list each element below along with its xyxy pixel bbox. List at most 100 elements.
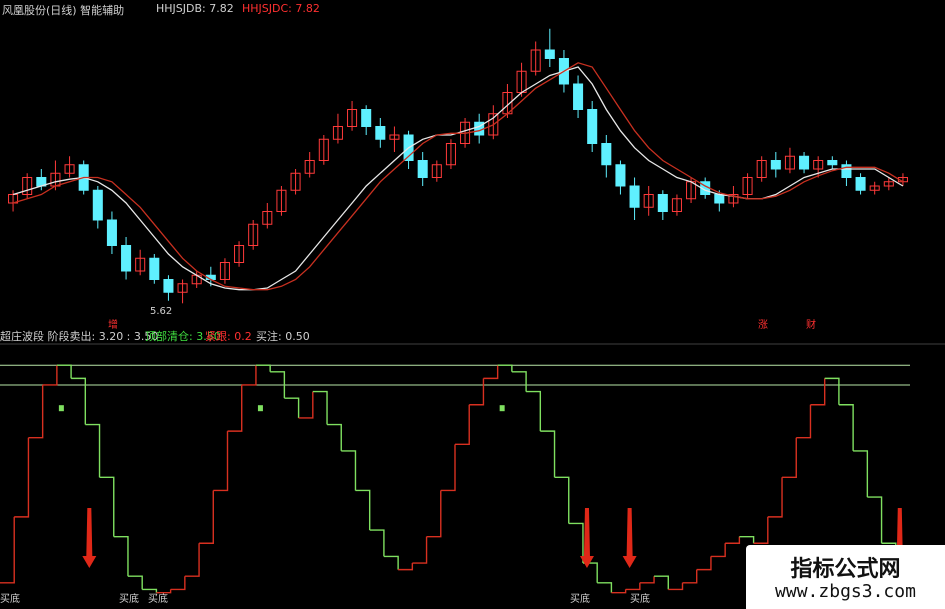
osc-step (853, 450, 869, 498)
db-value: HHJSJDB: 7.82 (156, 2, 234, 15)
osc-step (28, 384, 44, 439)
osc-step (597, 582, 613, 593)
osc-step (497, 364, 513, 372)
osc-step (398, 563, 414, 571)
peak-marker (58, 405, 64, 412)
osc-step (0, 516, 15, 584)
watermark-title: 指标公式网 (790, 557, 901, 582)
osc-step (341, 450, 357, 491)
osc-step (213, 431, 229, 492)
candle-body (601, 143, 612, 166)
peak-marker (257, 405, 263, 412)
osc-step (199, 490, 214, 544)
candle-body (121, 245, 132, 272)
ma-line-hhjsjdc (12, 62, 904, 291)
osc-step (298, 391, 314, 419)
buy-label: 买底 (148, 594, 168, 605)
osc-step (383, 555, 399, 570)
candle-body (714, 194, 725, 204)
osc-step (554, 476, 570, 524)
osc-step (611, 589, 627, 594)
osc-step (42, 365, 58, 386)
osc-step (654, 575, 669, 590)
osc-step (824, 377, 840, 405)
low-price-label: 5.62 (150, 306, 173, 317)
candle-body (657, 194, 668, 212)
osc-step (85, 423, 101, 478)
osc-step (838, 404, 854, 451)
signal-arrow (579, 508, 594, 568)
right-tag-2: 财 (806, 320, 816, 331)
candle-body (827, 160, 838, 166)
osc-step (312, 390, 328, 425)
signal-arrow (622, 508, 637, 568)
osc-step (483, 365, 499, 380)
osc-step (113, 535, 129, 577)
osc-step (625, 582, 641, 591)
candle-body (629, 185, 640, 208)
osc-step (511, 371, 527, 392)
osc-step (639, 576, 655, 584)
dc-value: HHJSJDC: 7.82 (242, 2, 320, 15)
osc-step (127, 575, 143, 590)
osc-step (540, 430, 556, 478)
candle-body (615, 164, 626, 187)
osc-step (56, 364, 72, 379)
candle-body (417, 160, 428, 178)
ma-line-hhjsjdb (12, 66, 904, 291)
osc-step (725, 536, 741, 544)
stock-title: 风凰股份(日线) 智能辅助 (2, 4, 125, 17)
osc-step (682, 569, 698, 584)
osc-step (99, 476, 115, 537)
osc-step (710, 543, 726, 558)
right-tag-1: 涨 (758, 320, 768, 331)
signal-arrow (82, 508, 97, 568)
candle-body (587, 109, 598, 144)
fill-value: 买注: 0.50 (256, 330, 310, 343)
osc-step (369, 529, 385, 557)
osc-step (355, 489, 371, 531)
candle-body (573, 83, 584, 110)
indicator-title: 超庄波段 阶段卖出: 3.20 : 3.50 (0, 330, 159, 343)
osc-step (184, 543, 200, 577)
osc-step (469, 378, 485, 406)
watermark: 指标公式网 www.zbgs3.com (746, 545, 945, 609)
osc-step (526, 390, 542, 432)
candle-body (375, 126, 386, 140)
watermark-url: www.zbgs3.com (775, 581, 916, 602)
candle-body (855, 177, 866, 191)
candle-body (799, 155, 810, 170)
osc-step (327, 423, 342, 451)
buy-label: 买底 (0, 594, 20, 605)
osc-step (241, 365, 257, 386)
osc-step (696, 556, 712, 571)
osc-step (227, 384, 243, 432)
candle-body (163, 279, 174, 293)
candle-body (92, 189, 103, 221)
candle-body (361, 109, 372, 127)
osc-step (426, 490, 442, 538)
candle-body (544, 49, 555, 59)
osc-step (170, 576, 186, 591)
osc-step (810, 378, 826, 406)
candle-body (770, 160, 781, 170)
osc-step (582, 562, 598, 583)
price-panel (8, 28, 908, 304)
osc-step (739, 535, 755, 544)
buy-label: 买底 (570, 594, 590, 605)
osc-step (782, 437, 797, 478)
osc-step (767, 477, 783, 518)
candle-body (106, 219, 117, 246)
escape-value: 紧跟: 0.2 (205, 330, 252, 343)
stock-chart (0, 28, 945, 594)
buy-label: 买底 (630, 594, 650, 605)
candle-body (149, 257, 160, 280)
osc-step (668, 582, 684, 591)
buy-label: 买底 (119, 594, 139, 605)
osc-step (284, 397, 300, 418)
osc-step (455, 404, 470, 446)
osc-step (255, 364, 271, 372)
osc-step (753, 516, 769, 544)
osc-step (14, 437, 30, 518)
osc-step (412, 536, 428, 564)
